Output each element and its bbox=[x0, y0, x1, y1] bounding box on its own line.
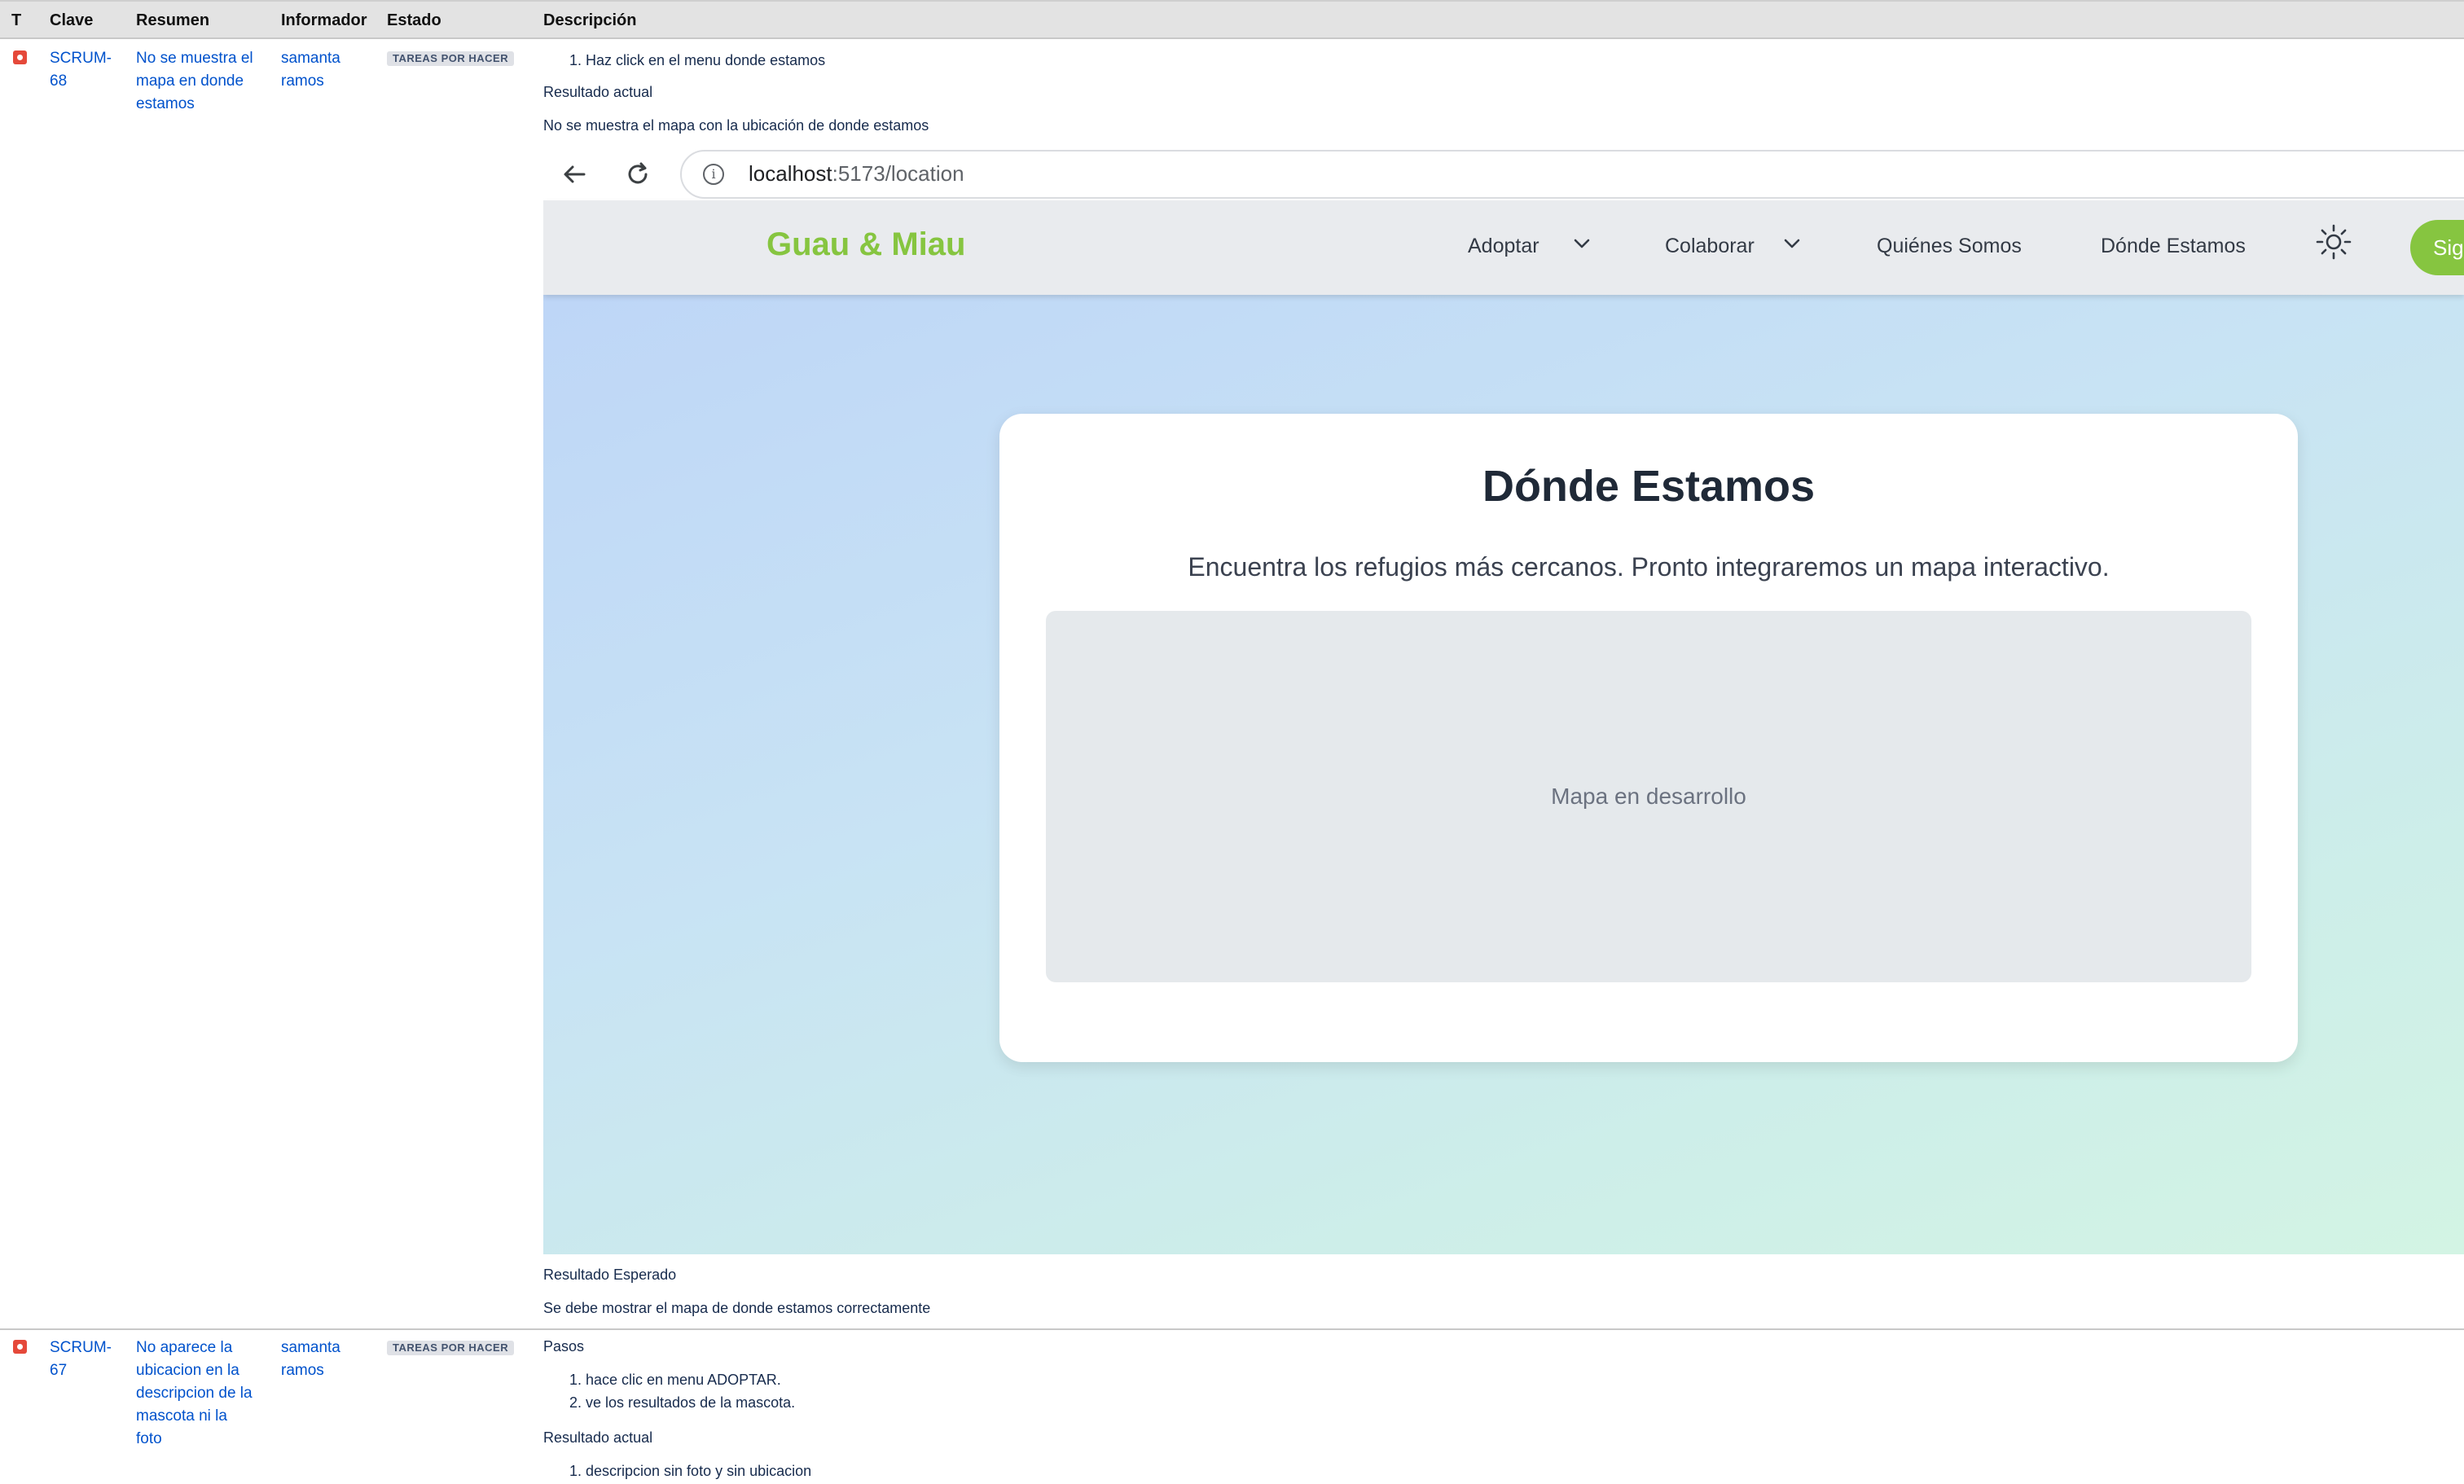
summary-line: descripcion de la bbox=[136, 1385, 253, 1402]
summary-line: mapa en donde bbox=[136, 72, 244, 90]
step-item: Haz click en el menu donde estamos bbox=[586, 49, 1684, 72]
issue-summary-link[interactable]: No aparece la ubicacion en la descripcio… bbox=[136, 1337, 253, 1451]
actual-result-label: Resultado actual bbox=[543, 1429, 653, 1446]
reporter-link[interactable]: samanta ramos bbox=[281, 1337, 340, 1382]
summary-line: mascota ni la bbox=[136, 1407, 227, 1425]
row-divider bbox=[0, 1328, 2464, 1330]
status-badge: TAREAS POR HACER bbox=[387, 1341, 515, 1355]
reporter-line: ramos bbox=[281, 72, 324, 90]
reporter-line: samanta bbox=[281, 1339, 340, 1356]
sun-icon[interactable] bbox=[2315, 223, 2352, 261]
reporter-line: ramos bbox=[281, 1362, 324, 1379]
col-reporter-header[interactable]: Informador bbox=[281, 11, 367, 30]
expected-result-text: Se debe mostrar el mapa de donde estamos… bbox=[543, 1300, 931, 1316]
site-logo[interactable]: Guau & Miau bbox=[766, 226, 965, 263]
issue-key-line: SCRUM- bbox=[50, 1339, 112, 1356]
col-key-header[interactable]: Clave bbox=[50, 11, 93, 30]
page-subtitle: Encuentra los refugios más cercanos. Pro… bbox=[1188, 552, 2110, 582]
nav-quienes-somos[interactable]: Quiénes Somos bbox=[1877, 235, 2022, 258]
summary-line: No aparece la bbox=[136, 1339, 233, 1356]
app-navbar: Guau & Miau Adoptar Colaborar Quiénes So… bbox=[543, 200, 2464, 295]
nav-colaborar[interactable]: Colaborar bbox=[1665, 235, 1755, 258]
col-status-header[interactable]: Estado bbox=[387, 11, 441, 30]
nav-donde-estamos[interactable]: Dónde Estamos bbox=[2101, 235, 2246, 258]
issue-summary-link[interactable]: No se muestra el mapa en donde estamos bbox=[136, 47, 253, 116]
step-item: ve los resultados de la mascota. bbox=[586, 1391, 1684, 1414]
step-item: hace clic en menu ADOPTAR. bbox=[586, 1368, 1684, 1391]
page-background: Dónde Estamos Encuentra los refugios más… bbox=[543, 295, 2464, 1254]
signup-button[interactable]: Sig bbox=[2410, 220, 2464, 275]
col-type-header[interactable]: T bbox=[11, 11, 21, 30]
table-header: T Clave Resumen Informador Estado Descri… bbox=[0, 0, 2464, 39]
summary-line: foto bbox=[136, 1430, 162, 1447]
actual-result-label: Resultado actual bbox=[543, 84, 653, 100]
steps-label: Pasos bbox=[543, 1338, 585, 1354]
browser-toolbar: i localhost:5173/location bbox=[543, 148, 2464, 200]
reload-icon[interactable] bbox=[623, 160, 652, 189]
issue-key-line: 67 bbox=[50, 1362, 68, 1379]
issue-key-line: SCRUM- bbox=[50, 50, 112, 67]
actual-result-text: No se muestra el mapa con la ubicación d… bbox=[543, 117, 929, 134]
map-placeholder: Mapa en desarrollo bbox=[1046, 611, 2251, 982]
issue-key-link[interactable]: SCRUM- 67 bbox=[50, 1337, 112, 1382]
embedded-screenshot: i localhost:5173/location Guau & Miau Ad… bbox=[543, 148, 2464, 1254]
url-path: :5173/location bbox=[832, 161, 964, 186]
issue-key-link[interactable]: SCRUM- 68 bbox=[50, 47, 112, 93]
summary-line: estamos bbox=[136, 95, 195, 112]
location-card: Dónde Estamos Encuentra los refugios más… bbox=[999, 414, 2298, 1062]
step-item: descripcion sin foto y sin ubicacion bbox=[586, 1460, 1684, 1482]
arrow-left-icon[interactable] bbox=[560, 160, 589, 189]
description-steps: Haz click en el menu donde estamos bbox=[543, 49, 1684, 72]
info-icon[interactable]: i bbox=[703, 164, 724, 185]
page-title: Dónde Estamos bbox=[1482, 462, 1816, 511]
actual-result-steps: descripcion sin foto y sin ubicacion bbox=[543, 1460, 1684, 1482]
expected-result-label: Resultado Esperado bbox=[543, 1267, 677, 1283]
issue-key-line: 68 bbox=[50, 72, 68, 90]
nav-adoptar[interactable]: Adoptar bbox=[1468, 235, 1539, 258]
summary-line: No se muestra el bbox=[136, 50, 253, 67]
col-description-header[interactable]: Descripción bbox=[543, 11, 636, 30]
chevron-down-icon[interactable] bbox=[1570, 231, 1594, 256]
summary-line: ubicacion en la bbox=[136, 1362, 239, 1379]
status-badge: TAREAS POR HACER bbox=[387, 51, 515, 66]
map-placeholder-text: Mapa en desarrollo bbox=[1551, 784, 1746, 809]
col-summary-header[interactable]: Resumen bbox=[136, 11, 209, 30]
reporter-link[interactable]: samanta ramos bbox=[281, 47, 340, 93]
reporter-line: samanta bbox=[281, 50, 340, 67]
bug-icon bbox=[13, 1340, 27, 1354]
description-steps: hace clic en menu ADOPTAR. ve los result… bbox=[543, 1368, 1684, 1414]
chevron-down-icon[interactable] bbox=[1780, 231, 1804, 256]
url-host: localhost bbox=[749, 161, 832, 186]
url-text: localhost:5173/location bbox=[749, 161, 964, 187]
address-bar[interactable]: i localhost:5173/location bbox=[680, 150, 2464, 199]
bug-icon bbox=[13, 50, 27, 64]
